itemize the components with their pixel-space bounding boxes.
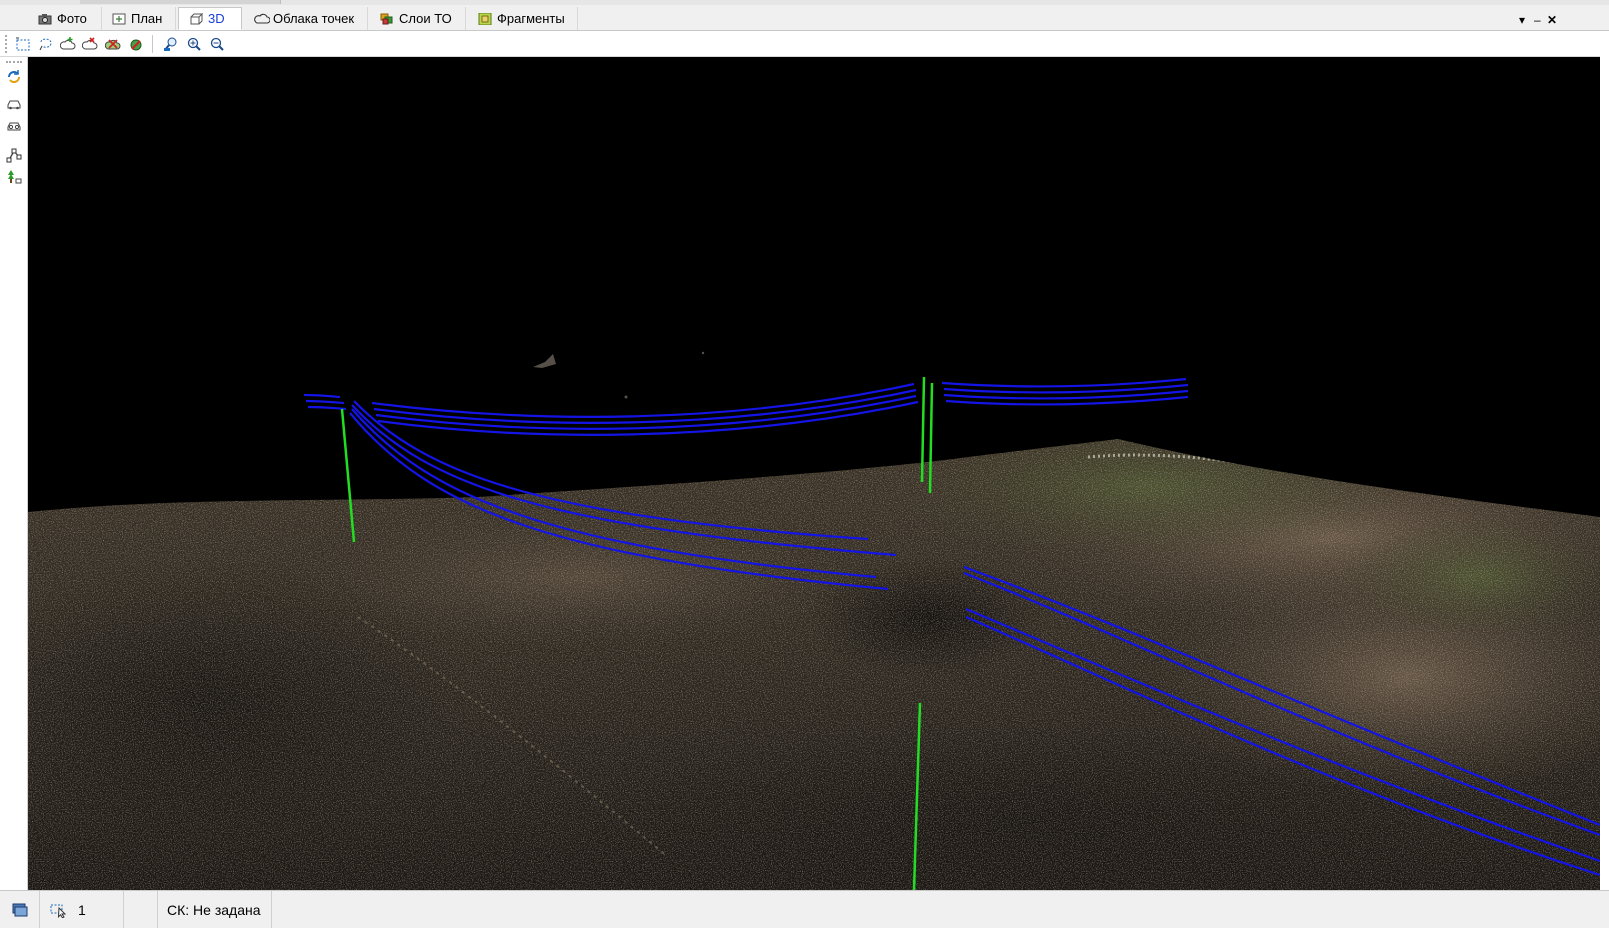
dropdown-arrow-icon[interactable]: ▾ xyxy=(1519,10,1525,30)
wire-line xyxy=(305,399,345,405)
selection-cursor-icon xyxy=(50,904,67,918)
toolbar-separator xyxy=(152,35,153,53)
tab-photo[interactable]: Фото xyxy=(28,7,102,30)
car-view-icon[interactable] xyxy=(4,118,23,136)
viewport-right-edge xyxy=(1600,31,1609,890)
filter-icon[interactable] xyxy=(127,35,144,52)
tab-label: Фрагменты xyxy=(497,11,565,26)
status-selection-cell: 1 xyxy=(40,891,124,928)
layers-icon xyxy=(380,13,394,25)
tab-3d[interactable]: 3D xyxy=(178,7,242,30)
zoom-out-icon[interactable] xyxy=(208,35,225,52)
hidden-tab-2 xyxy=(160,0,281,4)
tab-label: 3D xyxy=(208,11,225,26)
tab-plan[interactable]: План xyxy=(102,7,176,30)
close-icon[interactable]: ✕ xyxy=(1547,10,1557,30)
cloud-icon xyxy=(254,13,271,25)
status-layers-cell[interactable] xyxy=(0,891,40,928)
select-lasso-icon[interactable] xyxy=(37,35,54,52)
status-bar: 1 СК: Не задана xyxy=(0,890,1609,928)
left-toolbar-grip[interactable] xyxy=(6,61,22,63)
crs-status-text: СК: Не задана xyxy=(167,901,261,918)
zoom-fit-icon[interactable] xyxy=(162,35,179,52)
wire-line xyxy=(303,393,341,399)
status-empty-cell xyxy=(124,891,158,928)
cloud-remove-icon[interactable] xyxy=(81,35,98,52)
polyline-tool-icon[interactable] xyxy=(4,146,23,164)
tab-label: Фото xyxy=(57,11,87,26)
camera-icon xyxy=(38,13,52,25)
tree-marker-icon[interactable] xyxy=(4,168,23,186)
left-toolbar xyxy=(0,57,28,890)
terrain-ground xyxy=(28,351,1600,890)
tab-point-clouds[interactable]: Облака точек xyxy=(244,7,368,30)
zoom-in-icon[interactable] xyxy=(185,35,202,52)
tab-layers-to[interactable]: Слои ТО xyxy=(370,7,466,30)
cloud-add-icon[interactable] xyxy=(59,35,76,52)
car-front-icon[interactable] xyxy=(4,96,23,114)
wire-line xyxy=(941,377,1187,388)
selection-count: 1 xyxy=(78,901,86,918)
toolbar-grip[interactable] xyxy=(5,35,9,53)
tab-label: План xyxy=(131,11,163,26)
fragments-icon xyxy=(478,12,492,25)
hidden-tab-1 xyxy=(80,0,161,4)
layers-stack-icon xyxy=(12,903,27,916)
point-cloud-scene[interactable] xyxy=(28,57,1600,890)
cube-3d-icon xyxy=(189,12,204,25)
view-tab-bar: Фото План 3D Облака точек Слои ТО Фрагме… xyxy=(0,5,1609,31)
plan-icon xyxy=(112,13,126,25)
tab-label: Слои ТО xyxy=(399,11,452,26)
minimize-icon[interactable]: – xyxy=(1534,10,1541,30)
tab-fragments[interactable]: Фрагменты xyxy=(468,7,578,30)
select-rect-icon[interactable] xyxy=(14,35,31,52)
cloud-delete-icon[interactable] xyxy=(104,35,121,52)
status-crs-cell: СК: Не задана xyxy=(158,891,272,928)
main-toolbar xyxy=(0,31,1609,57)
rotate-view-icon[interactable] xyxy=(4,68,23,86)
3d-viewport[interactable] xyxy=(28,57,1600,890)
wire-line xyxy=(307,405,347,411)
tab-label: Облака точек xyxy=(273,11,355,26)
